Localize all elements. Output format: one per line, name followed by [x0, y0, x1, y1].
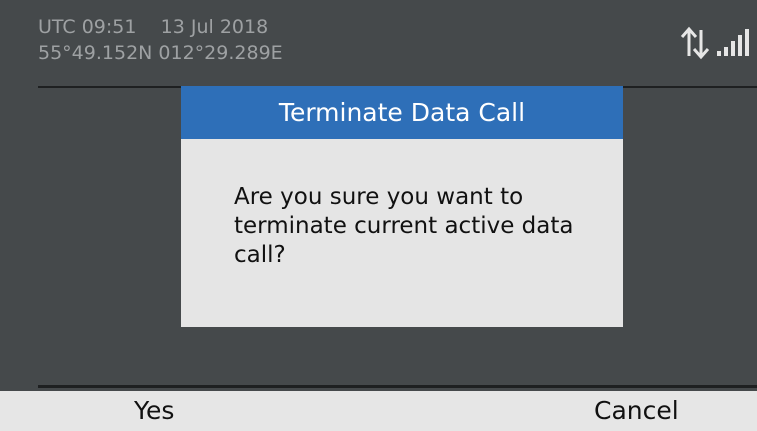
status-bar: UTC 09:51 13 Jul 2018 55°49.152N 012°29.…	[0, 0, 757, 88]
data-transfer-icon	[680, 26, 710, 60]
confirm-dialog: Terminate Data Call Are you sure you wan…	[181, 86, 623, 327]
display-panel: UTC 09:51 13 Jul 2018 55°49.152N 012°29.…	[0, 0, 757, 391]
longitude-text: 012°29.289E	[158, 42, 283, 64]
latitude-text: 55°49.152N	[38, 42, 153, 64]
date-text: 13 Jul 2018	[160, 16, 269, 38]
cancel-button[interactable]: Cancel	[594, 391, 679, 431]
dialog-message: Are you sure you want to terminate curre…	[234, 184, 574, 268]
yes-button[interactable]: Yes	[134, 391, 174, 431]
signal-strength-icon	[717, 29, 749, 56]
softkey-divider	[38, 385, 757, 388]
time-date-line: UTC 09:51 13 Jul 2018	[38, 16, 268, 38]
utc-time: UTC 09:51	[38, 16, 137, 38]
dialog-title: Terminate Data Call	[181, 86, 623, 139]
position-line: 55°49.152N 012°29.289E	[38, 42, 283, 64]
status-icons-svg	[680, 26, 749, 60]
softkey-bar: Yes Cancel	[0, 391, 757, 431]
device-screen: UTC 09:51 13 Jul 2018 55°49.152N 012°29.…	[0, 0, 757, 431]
status-icons	[657, 26, 757, 66]
